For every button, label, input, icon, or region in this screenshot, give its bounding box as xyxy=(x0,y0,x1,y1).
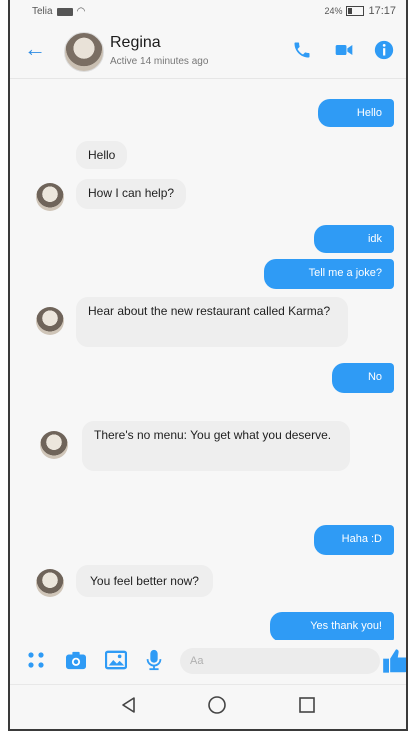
microphone-icon[interactable] xyxy=(142,648,166,672)
android-nav-bar xyxy=(10,684,406,725)
camera-icon[interactable] xyxy=(64,648,88,672)
clock: 17:17 xyxy=(368,5,396,17)
message-incoming[interactable]: You feel better now? xyxy=(76,565,213,597)
contact-name[interactable]: Regina xyxy=(110,34,161,52)
back-arrow-icon[interactable]: ← xyxy=(24,38,46,60)
battery-percent: 24% xyxy=(324,6,343,16)
thumbs-up-icon[interactable] xyxy=(382,646,406,676)
contact-avatar-small xyxy=(40,431,68,459)
message-outgoing[interactable]: Tell me a joke? xyxy=(264,259,394,289)
message-incoming[interactable]: There's no menu: You get what you deserv… xyxy=(82,421,350,471)
message-incoming[interactable]: How I can help? xyxy=(76,179,187,209)
contact-avatar-small xyxy=(36,183,64,211)
home-circle-icon[interactable] xyxy=(202,693,232,717)
info-icon[interactable] xyxy=(372,38,396,62)
message-outgoing[interactable]: Hello xyxy=(318,99,394,127)
wifi-icon: ◠ xyxy=(76,6,86,17)
message-outgoing[interactable]: idk xyxy=(314,225,394,253)
message-incoming[interactable]: Hello xyxy=(76,141,128,169)
apps-grid-icon[interactable] xyxy=(24,648,48,672)
signal-icon xyxy=(56,7,73,16)
avatar[interactable] xyxy=(64,32,104,72)
video-camera-icon[interactable] xyxy=(332,38,356,62)
status-bar: Telia ◠ 24% 17:17 xyxy=(10,0,406,26)
message-thread: Hello Hello How I can help? idk Tell me … xyxy=(10,79,406,642)
battery-icon xyxy=(346,6,365,16)
contact-avatar-small xyxy=(36,307,64,335)
back-triangle-icon[interactable] xyxy=(114,693,144,717)
conversation-header: ← Regina Active 14 minutes ago xyxy=(10,26,406,79)
active-status: Active 14 minutes ago xyxy=(110,56,209,67)
message-incoming[interactable]: Hear about the new restaurant called Kar… xyxy=(76,297,348,347)
message-outgoing[interactable]: Yes thank you! xyxy=(270,612,394,642)
composer-bar xyxy=(10,640,406,680)
message-outgoing[interactable]: No xyxy=(332,363,394,393)
image-icon[interactable] xyxy=(104,648,128,672)
recents-square-icon[interactable] xyxy=(292,693,322,717)
carrier-label: Telia xyxy=(32,6,53,17)
phone-frame: Telia ◠ 24% 17:17 ← Regina Active 14 min… xyxy=(8,0,408,731)
message-input[interactable] xyxy=(180,648,380,674)
contact-avatar-small xyxy=(36,569,64,597)
phone-icon[interactable] xyxy=(290,38,314,62)
message-outgoing[interactable]: Haha :D xyxy=(314,525,394,555)
